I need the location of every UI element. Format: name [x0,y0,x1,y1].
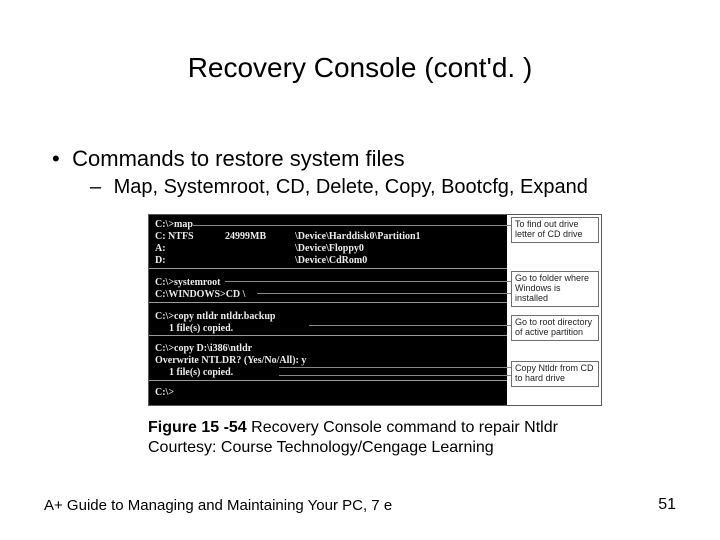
terminal-line: \Device\Harddisk0\Partition1 [295,231,421,242]
leader-line [225,281,511,282]
leader-line [279,375,511,376]
bullet-level-2: – Map, Systemroot, CD, Delete, Copy, Boo… [90,176,588,199]
figure-label: Figure 15 -54 [148,419,247,436]
slide: Recovery Console (cont'd. ) • Commands t… [0,0,720,540]
bullet-marker: – [90,176,108,199]
terminal-line: C: NTFS [155,231,194,242]
divider-line [149,268,507,269]
page-number: 51 [658,496,676,514]
terminal-line: C:\>copy ntldr ntldr.backup [155,311,275,322]
leader-line [309,325,511,326]
figure-caption-text: Recovery Console command to repair Ntldr [247,419,558,436]
divider-line [149,380,507,381]
terminal-line: D: [155,255,166,266]
terminal-line: \Device\CdRom0 [295,255,367,266]
slide-title: Recovery Console (cont'd. ) [0,52,720,84]
divider-line [149,302,507,303]
terminal-line: C:\>systemroot [155,277,221,288]
leader-line [279,367,511,368]
bullet-text: Commands to restore system files [72,146,405,171]
terminal-line: \Device\Floppy0 [295,243,364,254]
divider-line [149,335,507,336]
terminal-line: C:\WINDOWS>CD \ [155,289,245,300]
leader-line [193,225,511,226]
callout-box: To find out drive letter of CD drive [511,217,599,243]
terminal-line: Overwrite NTLDR? (Yes/No/All): y [155,355,306,366]
bullet-text: Map, Systemroot, CD, Delete, Copy, Bootc… [114,176,588,198]
figure-credit: Courtesy: Course Technology/Cengage Lear… [148,439,494,456]
terminal-line: 24999MB [225,231,266,242]
terminal-line: 1 file(s) copied. [169,323,233,334]
bullet-level-1: • Commands to restore system files [52,146,405,172]
callout-box: Go to root directory of active partition [511,315,599,341]
terminal-line: A: [155,243,166,254]
leader-line [257,293,511,294]
terminal-screenshot: C:\>map C: NTFS 24999MB \Device\Harddisk… [149,215,507,405]
terminal-line: C:\>map [155,219,193,230]
terminal-line: 1 file(s) copied. [169,367,233,378]
terminal-line: C:\> [155,387,174,398]
figure-container: C:\>map C: NTFS 24999MB \Device\Harddisk… [148,214,602,406]
callout-box: Go to folder where Windows is installed [511,271,599,307]
figure-caption: Figure 15 -54 Recovery Console command t… [148,418,588,458]
footer-book-title: A+ Guide to Managing and Maintaining You… [44,497,392,514]
callout-box: Copy Ntldr from CD to hard drive [511,361,599,387]
bullet-marker: • [52,146,66,172]
terminal-line: C:\>copy D:\i386\ntldr [155,343,252,354]
